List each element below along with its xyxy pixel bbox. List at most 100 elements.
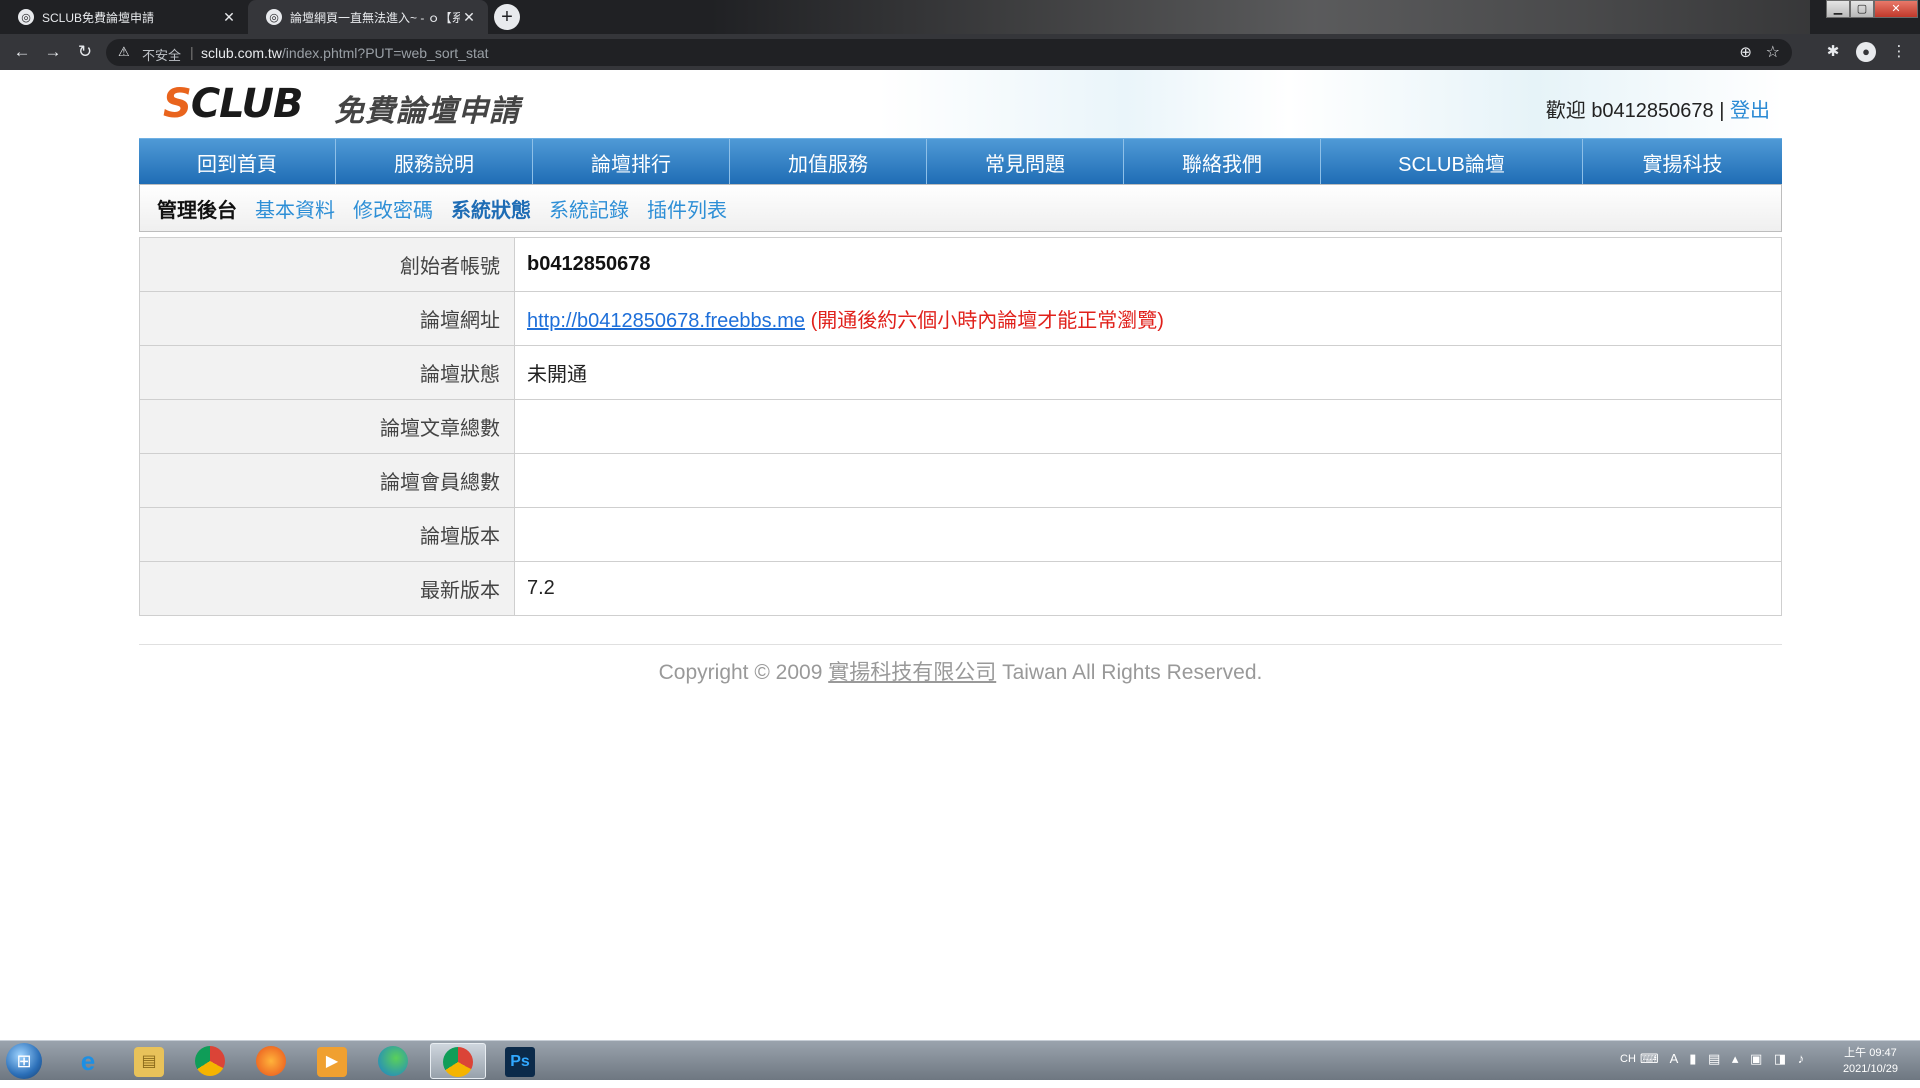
- globe-icon: ◎: [266, 9, 282, 25]
- back-icon[interactable]: ←: [12, 42, 32, 62]
- subnav-change-password[interactable]: 修改密碼: [353, 194, 433, 223]
- browser-tab-forum[interactable]: ◎ 論壇網頁一直無法進入~ - ｏ【系 ✕: [248, 0, 488, 34]
- row-value-latest-version: 7.2: [514, 561, 1782, 616]
- welcome-username: b0412850678: [1591, 100, 1714, 122]
- tab-title: SCLUB免費論壇申請: [42, 10, 155, 25]
- nav-company[interactable]: 實揚科技: [1583, 139, 1782, 185]
- site-header: SCLUB 免費論壇申請 歡迎 b0412850678 | 登出: [139, 70, 1782, 138]
- bookmark-star-icon[interactable]: ☆: [1766, 42, 1780, 62]
- founder-account: b0412850678: [527, 253, 651, 275]
- globe-icon: ◎: [18, 9, 34, 25]
- extensions-icon[interactable]: ✱: [1822, 41, 1844, 63]
- edge-icon[interactable]: [365, 1043, 421, 1079]
- tab-title: 論壇網頁一直無法進入~ - ｏ【系: [290, 10, 460, 25]
- row-label-url: 論壇網址: [139, 291, 515, 346]
- url-domain: sclub.com.tw: [201, 45, 282, 61]
- menu-icon[interactable]: ⋮: [1888, 41, 1910, 63]
- logo-letter-s: S: [163, 81, 192, 127]
- url-path: /index.phtml?PUT=web_sort_stat: [281, 45, 489, 61]
- row-value-version: [514, 507, 1782, 562]
- file-explorer-icon[interactable]: ▤: [121, 1043, 177, 1079]
- internet-explorer-icon[interactable]: e: [60, 1043, 116, 1079]
- status-table: 創始者帳號 b0412850678 論壇網址 http://b041285067…: [139, 237, 1782, 616]
- footer-divider: [139, 644, 1782, 645]
- row-value-url: http://b0412850678.freebbs.me (開通後約六個小時內…: [514, 291, 1782, 346]
- windows-taskbar: ⊞ e ▤ ▶ Ps CH ⌨ A ▮ ▤ ▴ ▣ ◨ ♪ 上午 09:47 2…: [0, 1040, 1920, 1080]
- subnav-plugin-list[interactable]: 插件列表: [647, 194, 727, 223]
- window-close-button[interactable]: ✕: [1874, 0, 1918, 18]
- subnav-system-status[interactable]: 系統狀態: [451, 194, 531, 223]
- warning-icon: ⚠: [118, 44, 130, 59]
- nav-ranking[interactable]: 論壇排行: [533, 139, 730, 185]
- address-url[interactable]: sclub.com.tw/index.phtml?PUT=web_sort_st…: [201, 45, 489, 61]
- nav-faq[interactable]: 常見問題: [927, 139, 1124, 185]
- nav-contact[interactable]: 聯絡我們: [1124, 139, 1321, 185]
- welcome-separator: |: [1719, 100, 1725, 122]
- row-label-member-count: 論壇會員總數: [139, 453, 515, 508]
- minimize-button[interactable]: ▁: [1826, 0, 1850, 18]
- footer-copyright: Copyright © 2009: [658, 661, 823, 684]
- system-tray: CH ⌨ A ▮ ▤ ▴ ▣ ◨ ♪ 上午 09:47 2021/10/29: [1620, 1041, 1920, 1081]
- browser-tabstrip: ◎ SCLUB免費論壇申請 ✕ ◎ 論壇網頁一直無法進入~ - ｏ【系 ✕ + …: [0, 0, 1920, 34]
- chrome-icon[interactable]: [182, 1043, 238, 1079]
- row-label-version: 論壇版本: [139, 507, 515, 562]
- reload-icon[interactable]: ↻: [75, 42, 95, 62]
- row-value-status: 未開通: [514, 345, 1782, 400]
- photoshop-icon[interactable]: Ps: [492, 1043, 548, 1079]
- row-value-post-count: [514, 399, 1782, 454]
- profile-icon[interactable]: ●: [1856, 42, 1876, 62]
- logo-subtitle: 免費論壇申請: [334, 95, 520, 128]
- site-footer: Copyright © 2009 實揚科技有限公司 Taiwan All Rig…: [139, 656, 1782, 686]
- table-row: 論壇文章總數: [139, 399, 1782, 454]
- main-nav: 回到首頁 服務說明 論壇排行 加值服務 常見問題 聯絡我們 SCLUB論壇 實揚…: [139, 138, 1782, 185]
- activation-note: (開通後約六個小時內論壇才能正常瀏覽): [810, 310, 1164, 332]
- subnav-admin-title: 管理後台: [157, 199, 237, 222]
- subnav-basic-info[interactable]: 基本資料: [255, 194, 335, 223]
- forward-icon[interactable]: →: [43, 42, 63, 62]
- zoom-icon[interactable]: ⊕: [1739, 43, 1752, 61]
- web-page: SCLUB 免費論壇申請 歡迎 b0412850678 | 登出 回到首頁 服務…: [0, 70, 1920, 1040]
- footer-rights: Taiwan All Rights Reserved.: [1002, 661, 1263, 684]
- nav-home[interactable]: 回到首頁: [139, 139, 336, 185]
- logo-letters-club: CLUB: [190, 81, 304, 127]
- system-clock[interactable]: 上午 09:47 2021/10/29: [1843, 1045, 1898, 1077]
- new-tab-button[interactable]: +: [494, 4, 520, 30]
- close-icon[interactable]: ✕: [460, 9, 478, 26]
- clock-time: 上午 09:47: [1844, 1047, 1897, 1059]
- row-value-founder: b0412850678: [514, 237, 1782, 292]
- row-label-status: 論壇狀態: [139, 345, 515, 400]
- tray-icons[interactable]: ⌨ A ▮ ▤ ▴ ▣ ◨ ♪: [1640, 1051, 1808, 1067]
- tabstrip-background: [710, 0, 1810, 34]
- subnav-system-log[interactable]: 系統記錄: [549, 194, 629, 223]
- welcome-area: 歡迎 b0412850678 | 登出: [1546, 94, 1770, 123]
- row-value-member-count: [514, 453, 1782, 508]
- admin-subnav: 管理後台 基本資料 修改密碼 系統狀態 系統記錄 插件列表: [139, 184, 1782, 232]
- forum-url-link[interactable]: http://b0412850678.freebbs.me: [527, 310, 805, 332]
- site-logo[interactable]: SCLUB: [163, 81, 304, 127]
- table-row: 創始者帳號 b0412850678: [139, 237, 1782, 292]
- browser-tab-sclub[interactable]: ◎ SCLUB免費論壇申請 ✕: [0, 0, 248, 34]
- table-row: 論壇會員總數: [139, 453, 1782, 508]
- table-row: 最新版本 7.2: [139, 561, 1782, 616]
- logout-link[interactable]: 登出: [1730, 100, 1770, 122]
- footer-company-link[interactable]: 實揚科技有限公司: [828, 661, 996, 684]
- nav-value-added[interactable]: 加值服務: [730, 139, 927, 185]
- maximize-button[interactable]: ▢: [1850, 0, 1874, 18]
- nav-service[interactable]: 服務說明: [336, 139, 533, 185]
- windows-start-icon[interactable]: ⊞: [6, 1043, 42, 1079]
- row-label-latest-version: 最新版本: [139, 561, 515, 616]
- nav-sclub-forum[interactable]: SCLUB論壇: [1321, 139, 1583, 185]
- row-label-founder: 創始者帳號: [139, 237, 515, 292]
- media-player-icon[interactable]: ▶: [304, 1043, 360, 1079]
- address-bar[interactable]: ⚠ 不安全 | sclub.com.tw/index.phtml?PUT=web…: [106, 39, 1792, 66]
- input-language[interactable]: CH: [1620, 1053, 1636, 1065]
- chrome-active-icon[interactable]: [430, 1043, 486, 1079]
- welcome-prefix: 歡迎: [1545, 100, 1586, 122]
- close-icon[interactable]: ✕: [220, 9, 238, 26]
- browser-toolbar: ← → ↻ ⚠ 不安全 | sclub.com.tw/index.phtml?P…: [0, 34, 1920, 70]
- firefox-icon[interactable]: [243, 1043, 299, 1079]
- table-row: 論壇網址 http://b0412850678.freebbs.me (開通後約…: [139, 291, 1782, 346]
- address-separator: |: [190, 44, 194, 60]
- clock-date: 2021/10/29: [1842, 1063, 1898, 1075]
- table-row: 論壇版本: [139, 507, 1782, 562]
